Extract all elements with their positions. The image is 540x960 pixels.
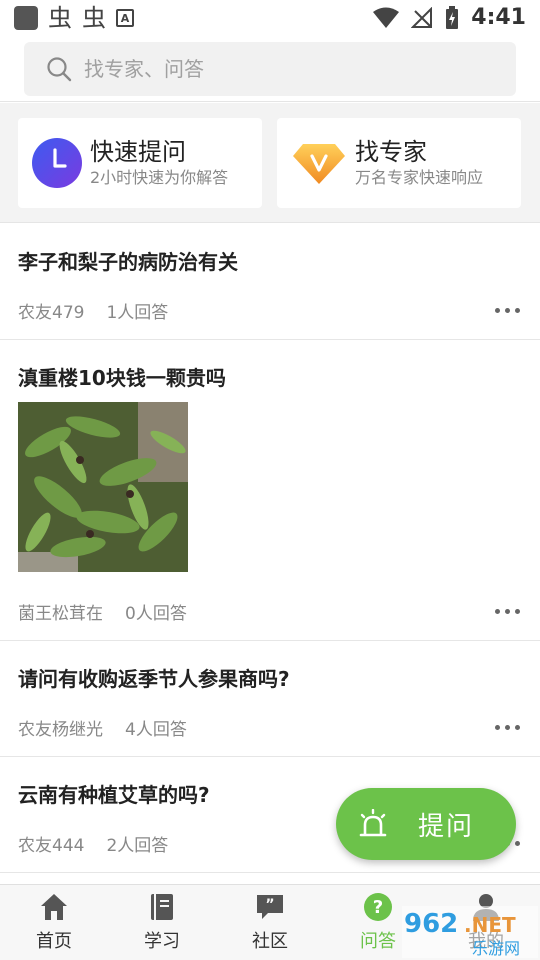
no-signal-icon bbox=[411, 6, 433, 28]
status-bar: 虫 虫 A 4:41 bbox=[0, 0, 540, 36]
app-notification-icon bbox=[14, 6, 38, 30]
site-watermark-logo: 962 .NET 乐游网 bbox=[402, 906, 538, 958]
a-badge-icon: A bbox=[116, 9, 134, 27]
more-options-icon[interactable] bbox=[495, 308, 520, 313]
question-item[interactable]: 请问有收购返季节人参果商吗? 农友杨继光 4人回答 bbox=[0, 641, 540, 757]
answer-count: 4人回答 bbox=[125, 720, 187, 740]
question-meta: 农友479 1人回答 bbox=[18, 298, 168, 323]
quick-ask-subtitle: 2小时快速为你解答 bbox=[90, 168, 229, 187]
find-expert-subtitle: 万名专家快速响应 bbox=[355, 168, 484, 187]
svg-text:”: ” bbox=[265, 897, 274, 913]
svg-text:乐游网: 乐游网 bbox=[472, 939, 520, 958]
ask-question-fab[interactable]: 提问 bbox=[336, 788, 516, 860]
answer-count: 1人回答 bbox=[106, 303, 169, 323]
question-title[interactable]: 滇重楼10块钱一颗贵吗 bbox=[18, 362, 226, 391]
nav-home[interactable]: 首页 bbox=[0, 891, 108, 957]
nav-study-label: 学习 bbox=[144, 931, 180, 952]
question-feed: 李子和梨子的病防治有关 农友479 1人回答 滇重楼10块钱一颗贵吗 菌王松茸在… bbox=[0, 224, 540, 873]
question-item[interactable]: 滇重楼10块钱一颗贵吗 菌王松茸在 0人回答 bbox=[0, 340, 540, 641]
quick-actions: 快速提问 2小时快速为你解答 找专家 万名专家快速响应 bbox=[0, 103, 540, 223]
quick-ask-card[interactable]: 快速提问 2小时快速为你解答 bbox=[18, 118, 262, 208]
question-author: 农友444 bbox=[18, 836, 85, 856]
question-author: 农友479 bbox=[18, 303, 85, 323]
quick-ask-title: 快速提问 bbox=[90, 138, 186, 166]
search-icon bbox=[47, 57, 72, 82]
question-title[interactable]: 云南有种植艾草的吗? bbox=[18, 779, 210, 808]
search-bar-container bbox=[0, 36, 540, 102]
diamond-v-icon bbox=[293, 144, 345, 184]
question-photo[interactable] bbox=[18, 402, 188, 572]
more-options-icon[interactable] bbox=[495, 609, 520, 614]
svg-text:962: 962 bbox=[404, 909, 458, 939]
find-expert-title: 找专家 bbox=[355, 138, 427, 166]
plant-leaves-image bbox=[18, 402, 188, 572]
nav-community[interactable]: ” 社区 bbox=[216, 891, 324, 957]
svg-text:.NET: .NET bbox=[464, 913, 516, 937]
more-options-icon[interactable] bbox=[495, 725, 520, 730]
notification-glyph: 虫 bbox=[82, 4, 106, 32]
question-item[interactable]: 李子和梨子的病防治有关 农友479 1人回答 bbox=[0, 224, 540, 340]
battery-charging-icon bbox=[446, 5, 459, 29]
question-author: 农友杨继光 bbox=[18, 720, 103, 740]
nav-study[interactable]: 学习 bbox=[108, 891, 216, 957]
question-title[interactable]: 请问有收购返季节人参果商吗? bbox=[18, 663, 290, 692]
book-icon bbox=[151, 894, 173, 920]
question-meta: 菌王松茸在 0人回答 bbox=[18, 599, 187, 624]
question-author: 菌王松茸在 bbox=[18, 604, 103, 624]
question-meta: 农友444 2人回答 bbox=[18, 831, 168, 856]
alarm-bell-icon bbox=[359, 809, 387, 837]
home-icon bbox=[41, 894, 67, 920]
notification-glyph: 虫 bbox=[48, 4, 72, 32]
clock-time: 4:41 bbox=[471, 5, 526, 30]
svg-text:?: ? bbox=[373, 897, 383, 918]
wifi-icon bbox=[373, 7, 400, 28]
answer-count: 2人回答 bbox=[106, 836, 169, 856]
question-icon: ? bbox=[364, 893, 392, 921]
nav-community-label: 社区 bbox=[252, 931, 288, 952]
nav-qa-label: 问答 bbox=[360, 931, 396, 952]
answer-count: 0人回答 bbox=[125, 604, 187, 624]
search-input[interactable] bbox=[84, 57, 464, 81]
search-bar[interactable] bbox=[24, 42, 516, 96]
nav-home-label: 首页 bbox=[36, 931, 72, 952]
ask-question-label: 提问 bbox=[418, 811, 475, 842]
clock-icon bbox=[32, 138, 82, 188]
question-title[interactable]: 李子和梨子的病防治有关 bbox=[18, 246, 238, 275]
chat-quote-icon: ” bbox=[257, 895, 283, 919]
find-expert-card[interactable]: 找专家 万名专家快速响应 bbox=[277, 118, 521, 208]
question-meta: 农友杨继光 4人回答 bbox=[18, 715, 187, 740]
